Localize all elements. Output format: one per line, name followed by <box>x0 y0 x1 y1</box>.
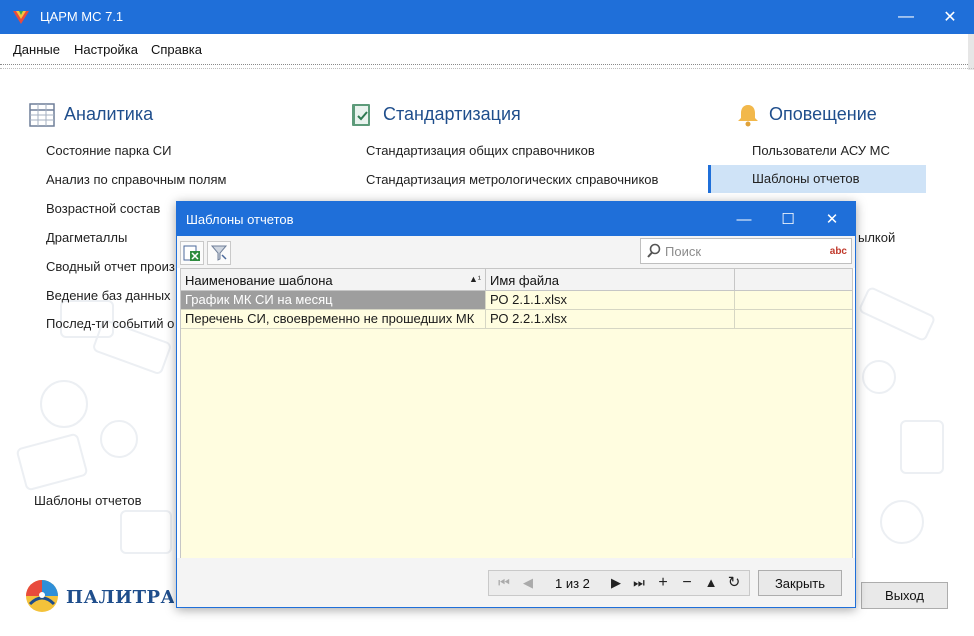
page-indicator: 1 из 2 <box>555 576 590 591</box>
section-title-analytics: Аналитика <box>64 104 154 124</box>
link-report-templates[interactable]: Шаблоны отчетов <box>708 165 926 193</box>
logo-text: ПАЛИТРА СИ <box>66 587 174 608</box>
table-row[interactable]: График МК СИ на месяц РО 2.1.1.xlsx <box>181 291 852 310</box>
decor-shape <box>15 432 89 492</box>
dialog-footer: ⏮ ◀ 1 из 2 ▶ ⏭ + − ▲ ↻ Закрыть <box>177 558 855 607</box>
decor-shape <box>857 285 937 343</box>
dialog-title: Шаблоны отчетов <box>186 212 294 227</box>
filter-icon <box>210 245 228 261</box>
dialog-close-button[interactable]: ✕ <box>810 202 854 236</box>
section-title-notification: Оповещение <box>769 104 877 124</box>
table-icon <box>29 103 55 127</box>
close-icon: ✕ <box>825 211 839 228</box>
decor-shape <box>862 360 896 394</box>
divider <box>0 68 974 69</box>
cell-file-name: РО 2.2.1.xlsx <box>486 310 735 328</box>
main-titlebar: ЦАРМ МС 7.1 — ✕ <box>0 0 974 34</box>
dialog-maximize-button[interactable]: ☐ <box>766 202 810 236</box>
book-check-icon <box>352 104 370 126</box>
link-summary-report[interactable]: Сводный отчет произ <box>46 259 175 274</box>
cell-file-name: РО 2.1.1.xlsx <box>486 291 735 309</box>
link-age-composition[interactable]: Возрастной состав <box>46 201 160 216</box>
decor-shape <box>900 420 944 474</box>
sort-ascending-icon: ▲¹ <box>469 274 481 284</box>
decor-shape <box>100 420 138 458</box>
link-fleet-status[interactable]: Состояние парка СИ <box>46 143 172 158</box>
link-database-management[interactable]: Ведение баз данных <box>46 288 171 303</box>
link-common-references[interactable]: Стандартизация общих справочников <box>366 143 595 158</box>
export-excel-icon <box>183 245 200 261</box>
cell-template-name: График МК СИ на месяц <box>181 291 486 309</box>
menu-help[interactable]: Справка <box>151 42 202 57</box>
link-precious-metals[interactable]: Драгметаллы <box>46 230 127 245</box>
link-asu-users[interactable]: Пользователи АСУ МС <box>752 143 890 158</box>
link-event-sequence[interactable]: Послед-ти событий о <box>46 316 174 331</box>
spellcheck-icon[interactable]: abc <box>830 246 847 257</box>
decor-shape <box>40 380 88 428</box>
first-record-button[interactable]: ⏮ <box>495 574 513 592</box>
search-box[interactable]: Поиск abc <box>640 238 852 264</box>
column-header-name-label: Наименование шаблона <box>185 273 333 288</box>
decor-shape <box>880 500 924 544</box>
link-by-link[interactable]: ылкой <box>858 230 895 245</box>
delete-record-button[interactable]: − <box>678 574 696 592</box>
search-input[interactable]: Поиск <box>665 244 701 259</box>
palitra-logo-icon <box>26 580 58 612</box>
dialog-minimize-button[interactable]: — <box>722 202 766 236</box>
minimize-button[interactable]: — <box>886 0 926 34</box>
export-excel-button[interactable] <box>180 241 204 265</box>
last-record-button[interactable]: ⏭ <box>630 574 648 592</box>
column-header-name[interactable]: Наименование шаблона ▲¹ <box>181 269 486 290</box>
filter-button[interactable] <box>207 241 231 265</box>
close-dialog-button[interactable]: Закрыть <box>758 570 842 596</box>
section-title-standardization: Стандартизация <box>383 104 521 124</box>
bell-icon <box>738 105 758 127</box>
dialog-titlebar: Шаблоны отчетов — ☐ ✕ <box>177 202 855 236</box>
dialog-toolbar: Поиск abc <box>177 236 855 268</box>
column-header-file[interactable]: Имя файла <box>486 269 735 290</box>
cell-template-name: Перечень СИ, своевременно не прошедших М… <box>181 310 486 328</box>
minimize-icon: — <box>898 8 914 25</box>
menu-data[interactable]: Данные <box>13 42 60 57</box>
next-record-button[interactable]: ▶ <box>607 574 625 592</box>
window-title: ЦАРМ МС 7.1 <box>40 9 124 24</box>
close-icon: ✕ <box>943 9 957 26</box>
status-label: Шаблоны отчетов <box>34 493 142 508</box>
link-metrology-references[interactable]: Стандартизация метрологических справочни… <box>366 172 658 187</box>
app-logo-icon <box>13 11 29 24</box>
close-window-button[interactable]: ✕ <box>930 0 970 34</box>
edit-record-button[interactable]: ▲ <box>702 574 720 592</box>
maximize-icon: ☐ <box>781 211 795 228</box>
prev-record-button[interactable]: ◀ <box>519 574 537 592</box>
link-reference-analysis[interactable]: Анализ по справочным полям <box>46 172 226 187</box>
add-record-button[interactable]: + <box>654 574 672 592</box>
search-icon <box>647 243 661 258</box>
templates-grid: Наименование шаблона ▲¹ Имя файла График… <box>180 268 853 559</box>
table-row[interactable]: Перечень СИ, своевременно не прошедших М… <box>181 310 852 329</box>
column-header-file-label: Имя файла <box>490 273 559 288</box>
exit-button[interactable]: Выход <box>861 582 948 609</box>
menu-bar: Данные Настройка Справка <box>0 34 974 65</box>
menu-settings[interactable]: Настройка <box>74 42 138 57</box>
grid-header: Наименование шаблона ▲¹ Имя файла <box>181 269 852 291</box>
scrollbar[interactable] <box>968 34 974 70</box>
report-templates-dialog: Шаблоны отчетов — ☐ ✕ Поиск abc Наименов… <box>176 201 856 608</box>
decor-shape <box>120 510 172 554</box>
record-navigator: ⏮ ◀ 1 из 2 ▶ ⏭ + − ▲ ↻ <box>488 570 750 596</box>
minimize-icon: — <box>736 210 752 228</box>
refresh-button[interactable]: ↻ <box>725 574 743 592</box>
